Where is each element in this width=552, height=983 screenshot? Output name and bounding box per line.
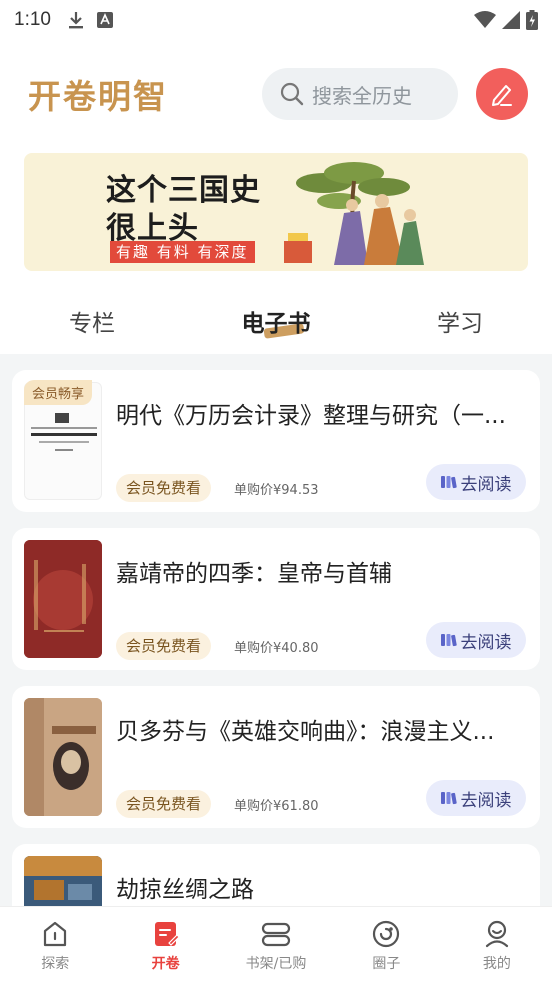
nav-open-book[interactable]: 开卷 — [110, 907, 220, 983]
tab-label: 专栏 — [69, 311, 115, 337]
open-book-icon — [154, 922, 180, 946]
nav-bookshelf[interactable]: 书架/已购 — [221, 907, 331, 983]
book-price: 单购价¥94.53 — [234, 483, 319, 498]
cover-art — [24, 856, 102, 906]
book-title: 嘉靖帝的四季：皇帝与首辅 — [116, 561, 392, 587]
read-button[interactable]: 去阅读 — [426, 464, 526, 500]
book-icon — [440, 634, 457, 647]
top-header: 开卷明智 搜索全历史 — [0, 60, 552, 128]
book-cover — [24, 698, 102, 816]
read-button-label: 去阅读 — [460, 474, 512, 495]
status-bar: 1:10 — [0, 0, 552, 40]
search-placeholder: 搜索全历史 — [312, 83, 412, 108]
nav-label: 探索 — [41, 956, 70, 972]
tab-study[interactable]: 学习 — [368, 290, 552, 352]
book-cover — [24, 856, 102, 906]
book-card[interactable]: 贝多芬与《英雄交响曲》：浪漫主义... 会员免费看 单购价¥61.80 去阅读 — [12, 686, 540, 828]
nav-label: 书架/已购 — [245, 956, 307, 972]
book-title: 劫掠丝绸之路 — [116, 877, 254, 903]
profile-icon — [485, 920, 508, 948]
book-icon — [440, 792, 457, 805]
nav-profile[interactable]: 我的 — [442, 907, 552, 983]
battery-icon — [526, 10, 538, 30]
book-icon — [440, 476, 457, 489]
write-button[interactable] — [476, 68, 528, 120]
tab-label: 电子书 — [241, 311, 311, 337]
banner-tagline: 有趣 有料 有深度 — [110, 241, 255, 263]
book-title: 明代《万历会计录》整理与研究（一... — [116, 403, 506, 429]
read-button[interactable]: 去阅读 — [426, 622, 526, 658]
signal-icon — [502, 11, 520, 29]
nav-explore[interactable]: 探索 — [0, 907, 110, 983]
book-price: 单购价¥40.80 — [234, 641, 319, 656]
app-notification-icon — [96, 12, 113, 28]
nav-circle[interactable]: 圈子 — [331, 907, 441, 983]
search-bar[interactable]: 搜索全历史 — [262, 68, 458, 120]
nav-label: 圈子 — [372, 956, 401, 972]
tab-column[interactable]: 专栏 — [0, 290, 184, 352]
pen-icon — [492, 85, 512, 106]
bookshelf-icon — [261, 922, 291, 947]
cover-art — [24, 698, 102, 816]
cover-art — [24, 540, 102, 658]
book-cover — [24, 540, 102, 658]
book-card[interactable]: 劫掠丝绸之路 — [12, 844, 540, 906]
bottom-nav: 探索 开卷 书架/已购 圈子 我的 — [0, 906, 552, 983]
download-icon — [68, 12, 83, 29]
tab-ebook[interactable]: 电子书 — [184, 290, 368, 352]
app-logo: 开卷明智 — [28, 77, 168, 116]
content-tabs: 专栏 电子书 学习 — [0, 290, 552, 352]
read-button-label: 去阅读 — [460, 632, 512, 653]
book-price: 单购价¥61.80 — [234, 799, 319, 814]
read-button-label: 去阅读 — [460, 790, 512, 811]
read-button[interactable]: 去阅读 — [426, 780, 526, 816]
vip-free-badge: 会员免费看 — [116, 790, 212, 818]
wifi-icon — [474, 11, 496, 28]
nav-label: 我的 — [482, 956, 511, 972]
book-card[interactable]: 会员畅享 明代《万历会计录》整理与研究（一... 会员免费看 单购价¥94.53… — [12, 370, 540, 512]
promo-banner[interactable]: 这个三国史 很上头 有趣 有料 有深度 — [24, 153, 528, 271]
book-title: 贝多芬与《英雄交响曲》：浪漫主义... — [116, 719, 495, 745]
banner-illustration — [284, 162, 424, 265]
search-icon — [280, 82, 304, 106]
circle-icon — [373, 920, 400, 948]
book-card[interactable]: 嘉靖帝的四季：皇帝与首辅 会员免费看 单购价¥40.80 去阅读 — [12, 528, 540, 670]
book-list: 会员畅享 明代《万历会计录》整理与研究（一... 会员免费看 单购价¥94.53… — [0, 354, 552, 906]
explore-icon — [44, 921, 67, 947]
member-chip: 会员畅享 — [24, 380, 93, 405]
tab-label: 学习 — [437, 311, 483, 337]
vip-free-badge: 会员免费看 — [116, 474, 212, 502]
status-time: 1:10 — [14, 9, 51, 30]
vip-free-badge: 会员免费看 — [116, 632, 212, 660]
nav-label: 开卷 — [151, 956, 180, 972]
